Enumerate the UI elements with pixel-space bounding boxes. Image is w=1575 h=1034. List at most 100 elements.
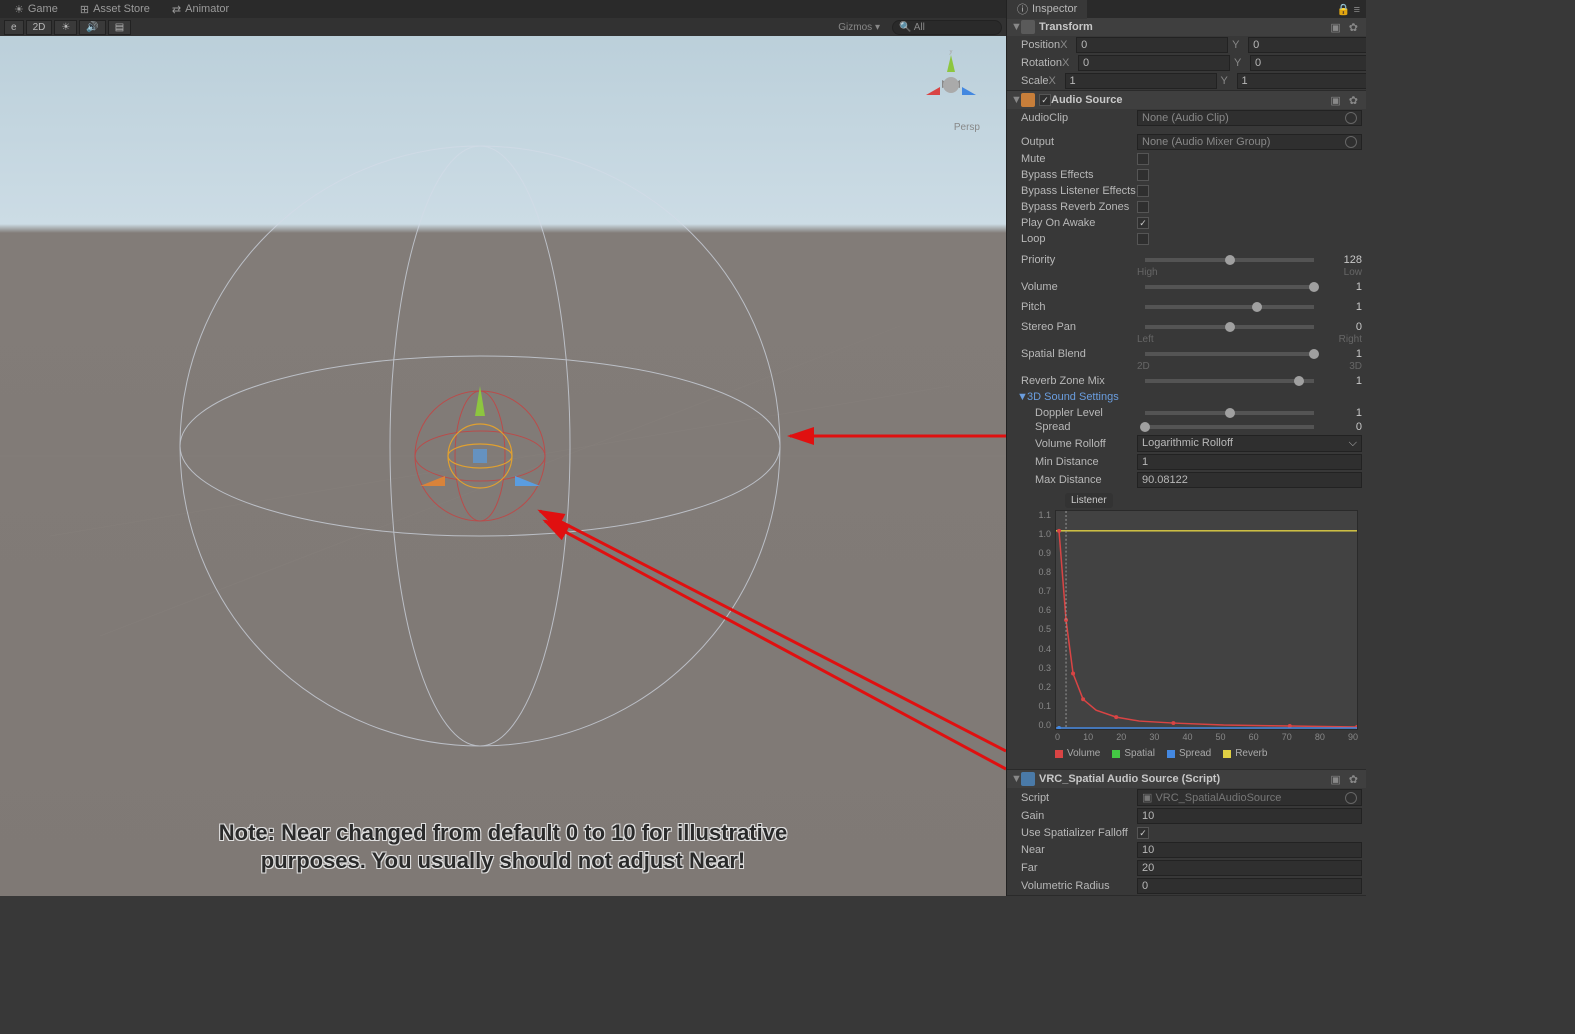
viewport-search[interactable]: 🔍 All (892, 20, 1002, 35)
tab-asset-store[interactable]: ⊞Asset Store (70, 1, 160, 18)
bypass-effects-label: Bypass Effects (1021, 169, 1137, 181)
foldout-icon[interactable]: ▼ (1011, 773, 1021, 785)
gizmos-toggle[interactable]: Gizmos ▾ (838, 22, 880, 33)
legend-item[interactable]: Spatial (1112, 748, 1155, 759)
spatial-blend-slider[interactable] (1145, 352, 1314, 356)
bypass-listener-label: Bypass Listener Effects (1021, 185, 1137, 197)
help-icon[interactable]: ▣ (1326, 773, 1344, 786)
rolloff-chart[interactable]: Listener 1.11.00.90.80.70.60.50.40.30.20… (1031, 493, 1358, 765)
audioclip-field[interactable]: None (Audio Clip) (1137, 110, 1362, 126)
component-enabled-checkbox[interactable] (1039, 94, 1051, 106)
reverb-mix-slider[interactable] (1145, 379, 1314, 383)
loop-label: Loop (1021, 233, 1137, 245)
tab-animator[interactable]: ⇄Animator (162, 1, 239, 18)
foldout-icon[interactable]: ▼ (1011, 21, 1021, 33)
shaded-dropdown[interactable]: e (4, 20, 24, 35)
object-picker-icon[interactable] (1345, 136, 1357, 148)
legend-item[interactable]: Spread (1167, 748, 1211, 759)
legend-item[interactable]: Volume (1055, 748, 1100, 759)
min-distance-field[interactable] (1137, 454, 1362, 470)
mute-label: Mute (1021, 153, 1137, 165)
toggle-audio-icon[interactable]: 🔊 (79, 20, 105, 35)
volumetric-radius-field[interactable] (1137, 878, 1362, 894)
gain-field[interactable] (1137, 808, 1362, 824)
scene-content (0, 36, 1006, 896)
gear-icon[interactable]: ✿ (1345, 773, 1362, 786)
use-spatializer-label: Use Spatializer Falloff (1021, 827, 1137, 839)
stereo-pan-slider[interactable] (1145, 325, 1314, 329)
gear-icon[interactable]: ✿ (1345, 94, 1362, 107)
vrc-spatial-component: ▼ VRC_Spatial Audio Source (Script) ▣ ✿ … (1007, 770, 1366, 896)
use-spatializer-checkbox[interactable] (1137, 827, 1149, 839)
script-icon (1021, 772, 1035, 786)
toggle-fx-icon[interactable]: ▤ (108, 20, 131, 35)
scene-viewport[interactable]: ☀Game ⊞Asset Store ⇄Animator e 2D ☀ 🔊 ▤ … (0, 0, 1006, 896)
doppler-slider[interactable] (1145, 411, 1314, 415)
loop-checkbox[interactable] (1137, 233, 1149, 245)
volumetric-radius-label: Volumetric Radius (1021, 880, 1137, 892)
position-x[interactable] (1076, 37, 1228, 53)
tab-inspector[interactable]: ⓘInspector (1007, 0, 1087, 19)
transform-icon (1021, 20, 1035, 34)
volume-slider[interactable] (1145, 285, 1314, 289)
audio-source-component: ▼ Audio Source ▣ ✿ AudioClipNone (Audio … (1007, 91, 1366, 770)
scale-y[interactable] (1237, 73, 1366, 89)
rotation-x[interactable] (1078, 55, 1230, 71)
legend-swatch (1112, 750, 1120, 758)
min-distance-label: Min Distance (1035, 456, 1137, 468)
object-picker-icon[interactable] (1345, 792, 1357, 804)
far-label: Far (1021, 862, 1137, 874)
object-picker-icon[interactable] (1345, 112, 1357, 124)
bypass-reverb-checkbox[interactable] (1137, 201, 1149, 213)
viewport-tab-bar: ☀Game ⊞Asset Store ⇄Animator (0, 0, 1006, 18)
bypass-effects-checkbox[interactable] (1137, 169, 1149, 181)
legend-swatch (1223, 750, 1231, 758)
bypass-listener-checkbox[interactable] (1137, 185, 1149, 197)
spread-slider[interactable] (1145, 425, 1314, 429)
game-icon: ☀ (14, 3, 24, 16)
script-field: ▣ VRC_SpatialAudioSource (1137, 789, 1362, 806)
position-y[interactable] (1248, 37, 1366, 53)
toggle-light-icon[interactable]: ☀ (54, 20, 77, 35)
near-field[interactable] (1137, 842, 1362, 858)
help-icon[interactable]: ▣ (1326, 21, 1344, 34)
legend-swatch (1055, 750, 1063, 758)
priority-label: Priority (1021, 254, 1137, 266)
spatial-blend-label: Spatial Blend (1021, 348, 1137, 360)
position-label: Position (1021, 39, 1060, 51)
doppler-label: Doppler Level (1035, 407, 1137, 419)
annotation-note: Note: Near changed from default 0 to 10 … (50, 819, 955, 876)
bypass-reverb-label: Bypass Reverb Zones (1021, 201, 1137, 213)
component-title: Transform (1039, 21, 1326, 33)
scale-label: Scale (1021, 75, 1049, 87)
legend-item[interactable]: Reverb (1223, 748, 1267, 759)
inspector-lock-icon[interactable]: 🔒 ≡ (1331, 3, 1366, 16)
viewport-toolbar: e 2D ☀ 🔊 ▤ Gizmos ▾ 🔍 All (0, 18, 1006, 36)
3d-sound-settings-header[interactable]: ▼3D Sound Settings (1007, 388, 1366, 406)
scale-x[interactable] (1065, 73, 1217, 89)
spread-label: Spread (1035, 421, 1137, 433)
far-field[interactable] (1137, 860, 1362, 876)
component-title: VRC_Spatial Audio Source (Script) (1039, 773, 1326, 785)
component-title: Audio Source (1051, 94, 1326, 106)
volume-rolloff-dropdown[interactable]: Logarithmic Rolloff (1137, 435, 1362, 452)
gain-label: Gain (1021, 810, 1137, 822)
rotation-label: Rotation (1021, 57, 1062, 69)
animator-icon: ⇄ (172, 3, 181, 16)
foldout-icon[interactable]: ▼ (1011, 94, 1021, 106)
reverb-mix-label: Reverb Zone Mix (1021, 375, 1137, 387)
mute-checkbox[interactable] (1137, 153, 1149, 165)
max-distance-label: Max Distance (1035, 474, 1137, 486)
tab-game[interactable]: ☀Game (4, 1, 68, 18)
help-icon[interactable]: ▣ (1326, 94, 1344, 107)
play-awake-label: Play On Awake (1021, 217, 1137, 229)
rotation-y[interactable] (1250, 55, 1366, 71)
toggle-2d[interactable]: 2D (26, 20, 53, 35)
max-distance-field[interactable] (1137, 472, 1362, 488)
pitch-slider[interactable] (1145, 305, 1314, 309)
play-awake-checkbox[interactable] (1137, 217, 1149, 229)
output-field[interactable]: None (Audio Mixer Group) (1137, 134, 1362, 150)
gear-icon[interactable]: ✿ (1345, 21, 1362, 34)
audio-icon (1021, 93, 1035, 107)
priority-slider[interactable] (1145, 258, 1314, 262)
